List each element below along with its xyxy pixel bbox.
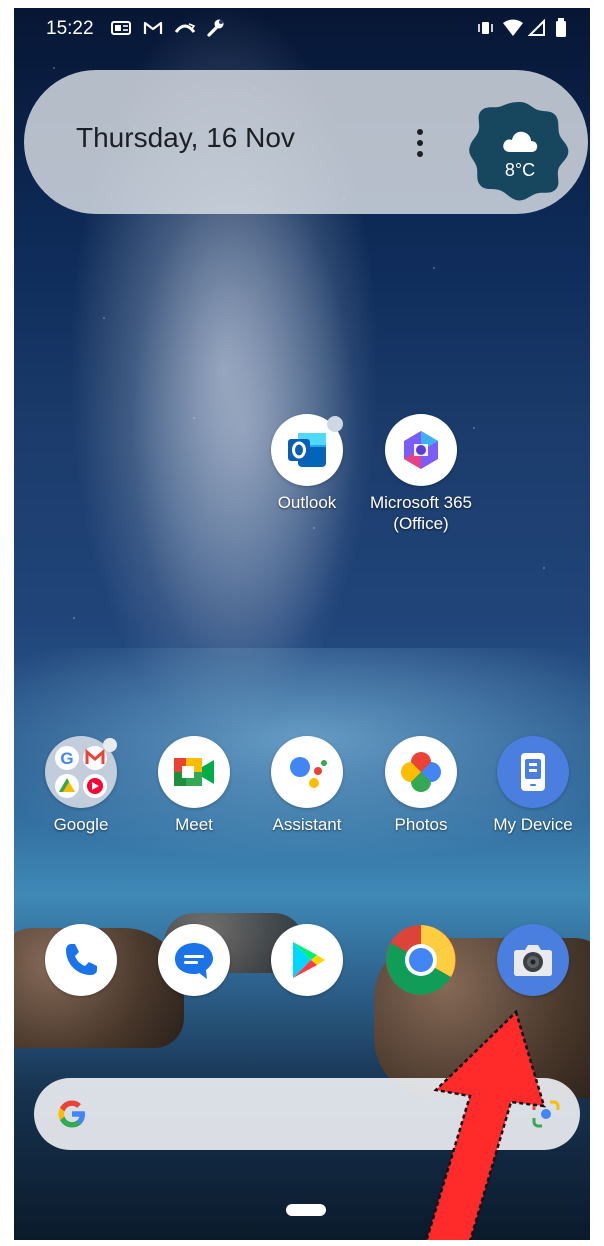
app-phone[interactable]	[26, 924, 136, 996]
camera-icon	[497, 924, 569, 996]
assistant-icon	[271, 736, 343, 808]
app-label: Photos	[394, 815, 448, 834]
more-options-icon[interactable]	[412, 126, 428, 160]
weather-badge[interactable]: 8°C	[468, 98, 572, 202]
app-label: Meet	[175, 815, 213, 834]
app-outlook[interactable]: Outlook	[252, 414, 362, 513]
outlook-icon	[271, 414, 343, 486]
app-my-device[interactable]: My Device	[478, 736, 588, 835]
home-screen: 15:22 Thursday, 16 Nov 8°C Outlook Micro…	[14, 8, 590, 1240]
glance-date[interactable]: Thursday, 16 Nov	[76, 122, 295, 154]
gmail-icon	[142, 18, 164, 38]
google-g-icon	[54, 1096, 90, 1132]
app-assistant[interactable]: Assistant	[252, 736, 362, 835]
lens-icon[interactable]	[530, 1098, 562, 1130]
app-messages[interactable]	[139, 924, 249, 996]
status-time: 15:22	[46, 18, 94, 39]
signal-icon	[526, 18, 548, 38]
google-search-bar[interactable]	[34, 1078, 580, 1150]
app-chrome[interactable]	[366, 924, 476, 996]
weather-temperature: 8°C	[504, 160, 536, 180]
notification-dot-icon	[103, 738, 117, 752]
missed-call-icon	[174, 18, 196, 38]
app-photos[interactable]: Photos	[366, 736, 476, 835]
photos-icon	[385, 736, 457, 808]
svg-text:G: G	[60, 749, 73, 768]
home-gesture-handle[interactable]	[286, 1204, 326, 1216]
cloud-icon	[500, 126, 540, 156]
app-label: Assistant	[272, 815, 342, 834]
my-device-icon	[497, 736, 569, 808]
notification-dot-icon	[327, 416, 343, 432]
messages-icon	[158, 924, 230, 996]
battery-icon	[550, 18, 572, 38]
app-label: My Device	[493, 815, 573, 834]
app-camera[interactable]	[478, 924, 588, 996]
app-label: Google	[53, 815, 109, 834]
app-meet[interactable]: Meet	[139, 736, 249, 835]
wrench-icon	[204, 18, 226, 38]
app-label: Microsoft 365 (Office)	[369, 493, 473, 533]
meet-icon	[158, 736, 230, 808]
play-store-icon	[271, 924, 343, 996]
vibrate-icon	[474, 18, 496, 38]
microphone-icon[interactable]	[474, 1098, 498, 1132]
chrome-icon	[385, 924, 457, 996]
app-label: Outlook	[277, 493, 337, 512]
at-a-glance-widget[interactable]: Thursday, 16 Nov 8°C	[24, 70, 588, 214]
app-folder-google[interactable]: G Google	[26, 736, 136, 835]
wifi-icon	[502, 18, 524, 38]
google-folder-icon: G	[45, 736, 117, 808]
phone-icon	[45, 924, 117, 996]
status-bar: 15:22	[14, 8, 590, 50]
outlook-notification-icon	[110, 18, 132, 38]
app-play-store[interactable]	[252, 924, 362, 996]
app-microsoft-365[interactable]: Microsoft 365 (Office)	[366, 414, 476, 534]
microsoft-365-icon	[385, 414, 457, 486]
